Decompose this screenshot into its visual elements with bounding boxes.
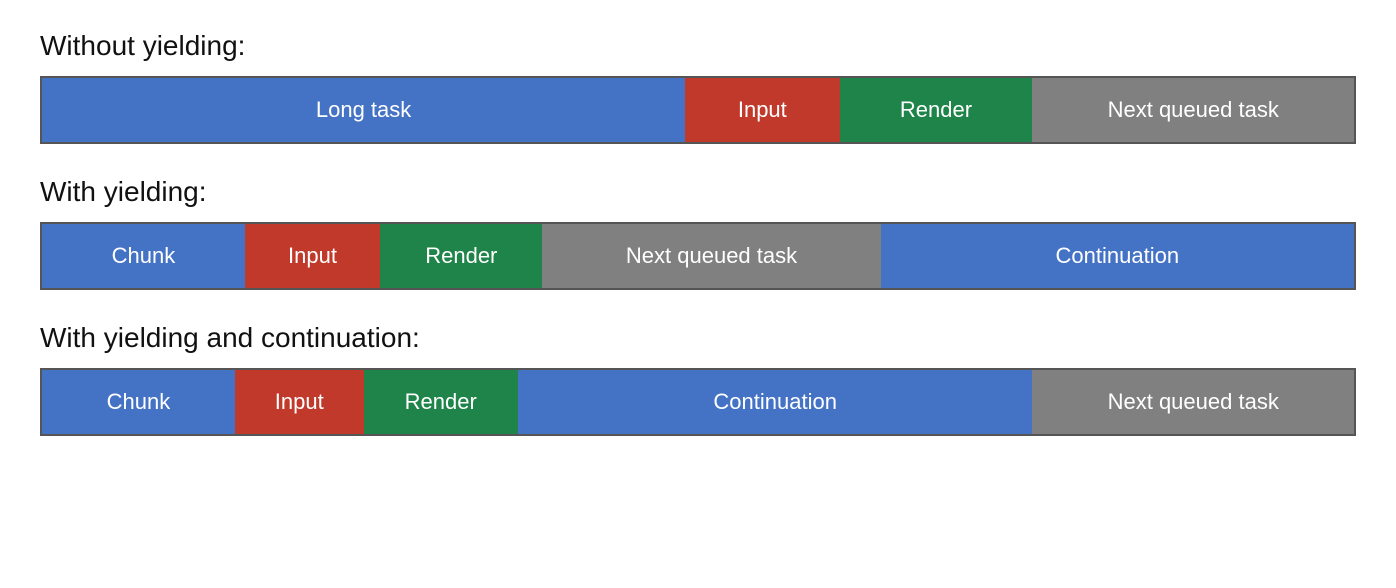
segment-input-1: Input — [685, 78, 839, 142]
segment-chunk-1: Chunk — [42, 224, 245, 288]
segment-continuation-2: Continuation — [518, 370, 1033, 434]
segment-continuation-1: Continuation — [881, 224, 1354, 288]
diagram-2-bar: Chunk Input Render Next queued task Cont… — [40, 222, 1356, 290]
diagram-3-bar: Chunk Input Render Continuation Next que… — [40, 368, 1356, 436]
segment-next-queued-3: Next queued task — [1032, 370, 1354, 434]
diagram-3: With yielding and continuation: Chunk In… — [40, 322, 1356, 436]
segment-render-2: Render — [380, 224, 542, 288]
segment-render-3: Render — [364, 370, 518, 434]
diagram-2: With yielding: Chunk Input Render Next q… — [40, 176, 1356, 290]
diagram-3-title: With yielding and continuation: — [40, 322, 1356, 354]
segment-next-queued-1: Next queued task — [1032, 78, 1354, 142]
segment-input-2: Input — [245, 224, 380, 288]
segment-chunk-2: Chunk — [42, 370, 235, 434]
segment-render-1: Render — [840, 78, 1033, 142]
segment-input-3: Input — [235, 370, 364, 434]
diagram-1: Without yielding: Long task Input Render… — [40, 30, 1356, 144]
segment-long-task: Long task — [42, 78, 685, 142]
diagram-1-bar: Long task Input Render Next queued task — [40, 76, 1356, 144]
segment-next-queued-2: Next queued task — [542, 224, 880, 288]
diagram-1-title: Without yielding: — [40, 30, 1356, 62]
diagram-2-title: With yielding: — [40, 176, 1356, 208]
